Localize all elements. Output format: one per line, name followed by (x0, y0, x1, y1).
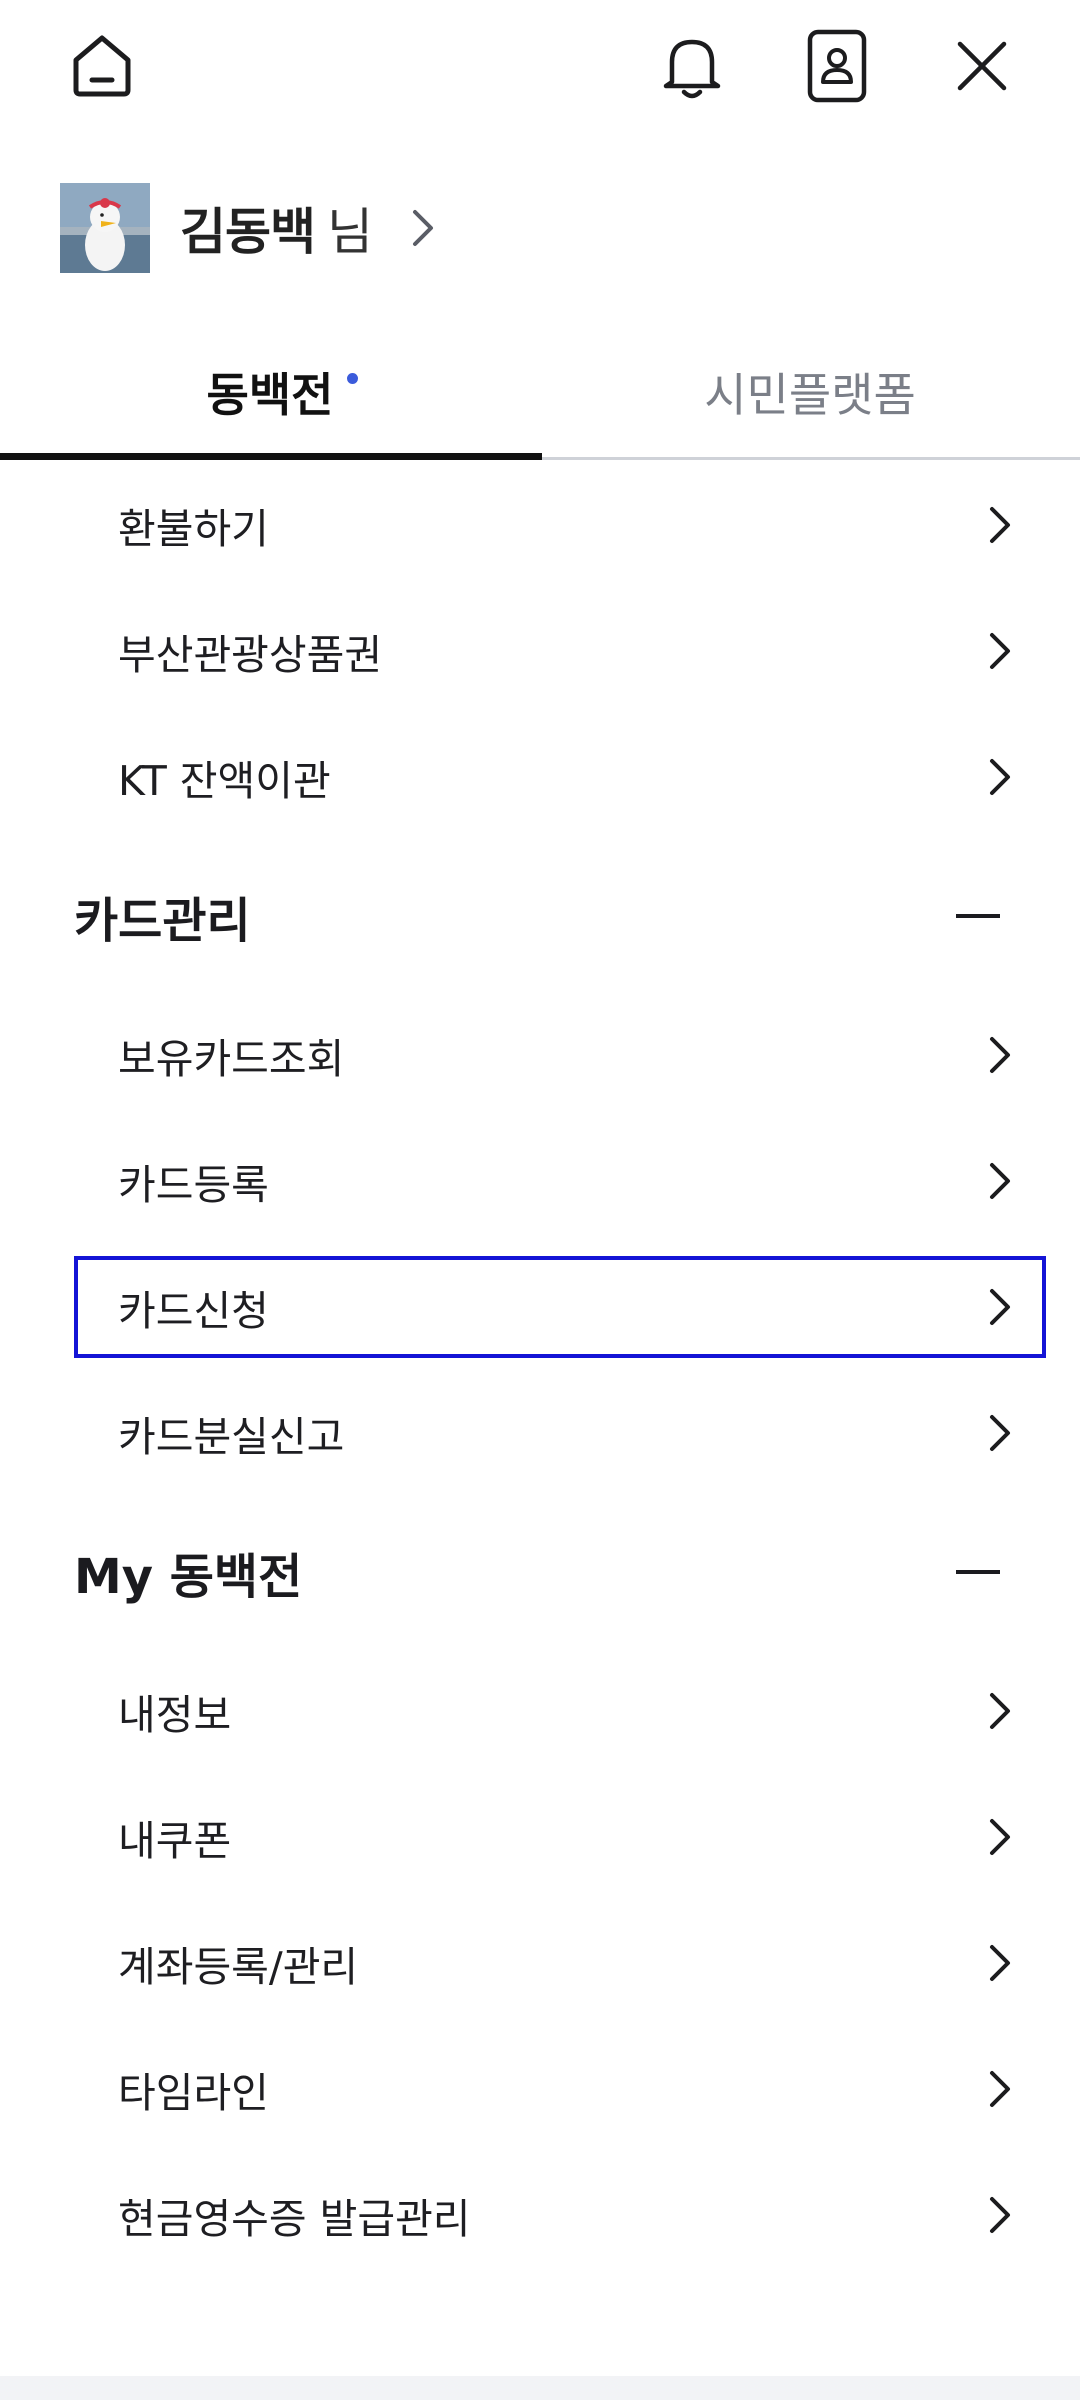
id-card-button[interactable] (777, 0, 897, 132)
chevron-right-icon (980, 1817, 1020, 1857)
menu-list: 환불하기 부산관광상품권 KT 잔액이관 카드관리 보유카드조회 카드등록 카드… (0, 460, 1080, 2278)
home-icon (73, 35, 131, 97)
menu-item-apply-card[interactable]: 카드신청 (0, 1244, 1080, 1370)
menu-item-kt-balance-transfer[interactable]: KT 잔액이관 (0, 714, 1080, 840)
chevron-right-icon (980, 631, 1020, 671)
bottom-area (0, 2376, 1080, 2400)
chevron-right-icon (980, 757, 1020, 797)
chevron-right-icon (980, 1161, 1020, 1201)
new-dot-badge (347, 373, 358, 384)
menu-item-my-info[interactable]: 내정보 (0, 1648, 1080, 1774)
menu-item-account-management[interactable]: 계좌등록/관리 (0, 1900, 1080, 2026)
chevron-right-icon (980, 2069, 1020, 2109)
profile-suffix: 님 (327, 203, 373, 261)
chevron-right-icon (980, 1691, 1020, 1731)
chevron-right-icon (980, 1035, 1020, 1075)
home-button[interactable] (42, 0, 162, 132)
menu-item-register-card[interactable]: 카드등록 (0, 1118, 1080, 1244)
section-title: My 동백전 (74, 1549, 303, 1605)
tab-bar: 동백전 시민플랫폼 (0, 324, 1080, 460)
menu-item-view-cards[interactable]: 보유카드조회 (0, 992, 1080, 1118)
chevron-right-icon (980, 2195, 1020, 2235)
chevron-right-icon (980, 1943, 1020, 1983)
chevron-right-icon (980, 505, 1020, 545)
collapse-icon (956, 914, 1000, 918)
menu-item-timeline[interactable]: 타임라인 (0, 2026, 1080, 2152)
chevron-right-icon (980, 1413, 1020, 1453)
chevron-right-icon (411, 208, 435, 248)
menu-item-report-lost-card[interactable]: 카드분실신고 (0, 1370, 1080, 1496)
menu-item-cash-receipt[interactable]: 현금영수증 발급관리 (0, 2152, 1080, 2278)
close-button[interactable] (922, 0, 1042, 132)
menu-item-busan-tour-voucher[interactable]: 부산관광상품권 (0, 588, 1080, 714)
tab-citizen-platform[interactable]: 시민플랫폼 (540, 324, 1080, 460)
top-bar (0, 0, 1080, 132)
collapse-icon (956, 1570, 1000, 1574)
section-title: 카드관리 (74, 893, 251, 949)
section-my-dongbaekjeon[interactable]: My 동백전 (0, 1496, 1080, 1648)
menu-item-my-coupons[interactable]: 내쿠폰 (0, 1774, 1080, 1900)
profile-name: 김동백 (180, 203, 316, 261)
section-card-management[interactable]: 카드관리 (0, 840, 1080, 992)
active-tab-indicator (0, 453, 542, 460)
tab-label: 시민플랫폼 (704, 368, 916, 422)
id-card-icon (807, 29, 867, 103)
profile-row[interactable]: 김동백 님 (0, 132, 1080, 324)
menu-item-refund[interactable]: 환불하기 (0, 462, 1080, 588)
close-icon (957, 41, 1007, 91)
notification-button[interactable] (632, 0, 752, 132)
bell-icon (663, 39, 721, 99)
tab-label: 동백전 (206, 368, 334, 422)
chevron-right-icon (980, 1287, 1020, 1327)
avatar (60, 183, 150, 273)
tab-dongbaekjeon[interactable]: 동백전 (0, 324, 540, 460)
